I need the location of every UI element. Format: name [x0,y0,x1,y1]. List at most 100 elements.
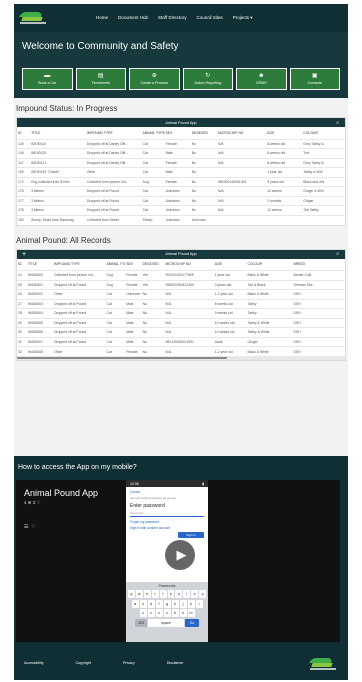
tile-book-a-car[interactable]: ▬ Book a Car [22,68,73,90]
nav-council-sites[interactable]: Council Sites [196,15,222,21]
table-cell: Cat [141,195,165,206]
table-row[interactable]: 30 IM180606 Dropped off at Pound Cat Male No N… [17,327,345,337]
tile-crms[interactable]: ☻ CRMS [236,68,287,90]
column-header[interactable]: IMPOUND TYPE [53,259,105,271]
table-cell: Sheep- Muirs lane Myrniong [30,214,86,225]
table-cell: 30 [17,327,27,337]
nav-staff-directory[interactable]: Staff Directory [158,15,186,21]
video-player[interactable]: Animal Pound App 4 ⊕ 3 ♡ ☰ ♡ 12:06 ▮ Can… [16,480,340,642]
table-cell: Female [164,157,191,168]
council-logo[interactable] [19,10,46,26]
table-cell: Cat [141,205,165,215]
tile-timesheets[interactable]: ▤ Timesheets [75,68,126,90]
column-header[interactable]: IMPOUND TYPE [86,127,142,139]
table-row[interactable]: 145 IM190110 Dropped off at Darley Offi...… [17,138,345,149]
table-cell: Tort [302,148,345,158]
column-header[interactable]: ID [17,127,30,139]
column-header[interactable]: ANIMAL TYPE [142,127,165,139]
play-button[interactable]: ▶ [165,540,195,570]
table-row[interactable]: 25 IM180601 Dropped off at Pound Dog Female Y… [17,279,345,290]
table-cell: 8 weeks old [266,157,303,168]
table-row[interactable]: 172 Dog collected from 8 Kerr... Collected… [17,176,345,187]
table-row[interactable]: 32 IM180608 Other Cat Female No N/A 1-2 year ol… [17,346,345,356]
table-row[interactable]: 29 IM180605 Dropped off at Pound Cat Male No N… [17,317,345,328]
keyboard-key: l [195,599,203,608]
table-cell: Cat [141,186,165,196]
search-icon[interactable]: ⌕ [336,120,339,126]
table-cell: N/A [217,205,267,215]
column-header[interactable]: ANIMAL TYPE [106,259,126,271]
table-cell: Male [125,317,142,328]
add-icon[interactable]: + [22,251,26,258]
column-header[interactable]: MICROCHIP NO [165,259,214,271]
nav-projects[interactable]: Projects ▾ [233,15,253,21]
table-row[interactable]: 146 IM190120 Dropped off at Darley Offi...… [17,148,345,158]
tile-label: Timesheets [91,81,110,85]
footer-disclaimer[interactable]: Disclaimer [167,661,184,665]
tile-create-a-process[interactable]: ⊕ Create a Process [129,68,180,90]
footer-accessibility[interactable]: Accessibility [24,661,44,665]
table-cell: Ginger [246,336,293,347]
column-header[interactable]: AGE [214,259,247,271]
table-row[interactable]: 147 IM190121 Dropped off at Darley Offi...… [17,157,345,168]
phone-cancel: Cancel [130,490,140,494]
column-header[interactable]: COLOUR [247,259,293,271]
heart-icon[interactable]: ♡ [31,524,35,530]
tile-contacts[interactable]: ▣ Contacts [289,68,340,90]
column-header[interactable]: DESEXED [191,127,217,139]
keyboard-key: j [179,599,187,608]
keyboard-key: v [163,609,171,617]
search-icon[interactable]: ⌕ [336,251,339,257]
column-header[interactable]: DESEXED [142,259,165,271]
video-section-title: How to access the App on my mobile? [18,464,137,471]
table-cell: German She [292,279,345,290]
playlist-icon[interactable]: ☰ [24,524,28,530]
column-header[interactable]: SEX [125,259,141,271]
column-header[interactable]: SEX [165,127,191,139]
table-cell: Unknown [164,195,191,206]
nav-document-hub[interactable]: Document Hub [118,15,148,21]
column-header[interactable]: COLOUR [302,127,345,139]
column-header[interactable]: TITLE [30,127,86,139]
keyboard-key: t [159,590,167,598]
table-cell: Dropped off at Pound [53,336,106,347]
table-cell [302,214,345,225]
table-cell: 10 weeks old [213,317,247,328]
tile-label: Contacts [307,81,322,85]
footer-privacy[interactable]: Privacy [123,661,135,665]
column-header[interactable]: ID [17,259,27,271]
nav-home[interactable]: Home [96,15,108,21]
column-header[interactable]: MICROCHIP NO [217,127,266,139]
table-row[interactable]: 26 IM180602 Other Cat Unknown No N/A 1-2 year o… [17,289,345,299]
table-cell: IM180601 [26,279,54,290]
table-row[interactable]: 31 IM180607 Dropped off at Pound Cat Male No 9… [17,336,345,347]
hero-banner: Welcome to Community and Safety [14,32,348,66]
table-row[interactable]: 24 IM180600 Collected from person hol... Do… [17,270,345,280]
table-row[interactable]: 178 3 kittens Dropped off at Pound Cat Unkno… [17,205,345,215]
horizontal-scrollbar[interactable] [17,356,345,360]
column-header[interactable]: BREED [292,259,345,271]
table-row[interactable]: 27 IM180603 Dropped off at Pound Cat Male No N… [17,298,345,309]
table-row[interactable]: 177 3 kittens Dropped off at Pound Cat Unkno… [17,195,345,206]
column-header[interactable]: AGE [266,127,302,139]
table-cell: N/A [217,186,267,196]
tile-action-reporting[interactable]: ↻ Action Reporting [182,68,233,90]
table-cell: DSH [292,308,345,318]
table-cell: Grey Tabby & [302,157,345,168]
table-cell: IM190120 [30,148,86,158]
table-cell: 146 [17,148,31,158]
table-cell: Dropped off at Pound [85,186,142,196]
table-row[interactable]: 28 IM180604 Dropped off at Pound Cat Male No N… [17,308,345,318]
table-row[interactable]: 176 3 kittens Dropped off at Pound Cat Unkno… [17,186,345,196]
table-cell: No [190,195,218,206]
table-cell: DSH [292,336,345,347]
keyboard-key: p [199,590,207,598]
table-cell: N/A [217,157,267,168]
table-cell: Cat [105,308,126,318]
table-cell: 2 months [266,195,303,206]
column-header[interactable]: TITLE [27,259,53,271]
table-row[interactable]: 183 Sheep- Muirs lane Myrniong Collected f… [17,214,345,225]
table-row[interactable]: 159 IM190129 "Crissie" Other Cat Male No 1 yea… [17,167,345,177]
footer-copyright[interactable]: Copyright [76,661,91,665]
video-section: How to access the App on my mobile? Anim… [14,456,348,646]
